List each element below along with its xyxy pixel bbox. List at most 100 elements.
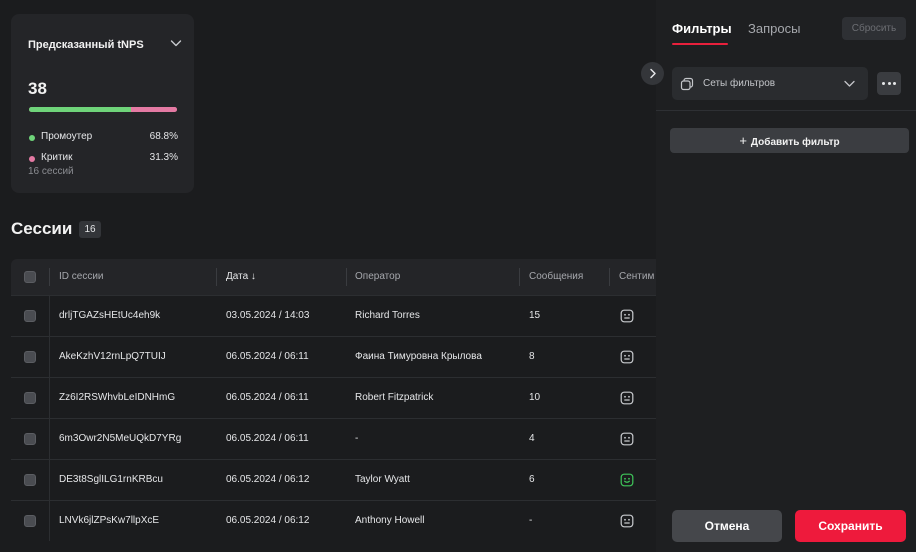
add-filter-label: Добавить фильтр xyxy=(750,137,840,148)
cell-messages: 4 xyxy=(529,433,535,444)
column-date[interactable]: Дата ↓ xyxy=(226,259,256,295)
table-row[interactable]: AkeKzhV12rnLpQ7TUIJ 06.05.2024 / 06:11 Фаи… xyxy=(11,336,656,377)
tnps-distribution-bar xyxy=(29,107,177,112)
column-divider xyxy=(49,501,50,541)
column-divider xyxy=(216,268,217,286)
sentiment-neutral-icon xyxy=(620,309,634,323)
sentiment-neutral-icon xyxy=(620,350,634,364)
column-session-id[interactable]: ID сессии xyxy=(59,259,104,295)
cell-session-id[interactable]: AkeKzhV12rnLpQ7TUIJ xyxy=(59,337,166,377)
more-options-button[interactable] xyxy=(877,72,901,95)
cell-session-id[interactable]: drljTGAZsHEtUc4eh9k xyxy=(59,296,160,336)
row-checkbox[interactable] xyxy=(24,433,36,445)
cell-date: 06.05.2024 / 06:12 xyxy=(226,474,310,485)
table-row[interactable]: Zz6I2RSWhvbLeIDNHmG 06.05.2024 / 06:11 Rob… xyxy=(11,377,656,418)
cell-date: 06.05.2024 / 06:12 xyxy=(226,515,310,526)
filter-sets-label: Сеты фильтров xyxy=(703,78,776,89)
sentiment-neutral-icon xyxy=(620,391,634,405)
tnps-card: Предсказанный tNPS 38 Промоутер 68.8% Кр… xyxy=(11,14,194,193)
copy-icon xyxy=(680,77,694,91)
column-divider xyxy=(49,460,50,500)
cell-session-id[interactable]: DE3t8SglILG1rnKRBcu xyxy=(59,460,163,500)
legend-percent: 68.8% xyxy=(149,131,178,142)
sessions-title: Сессии xyxy=(11,219,73,238)
critic-dot-icon xyxy=(29,156,35,162)
divider xyxy=(656,110,916,111)
cell-messages: - xyxy=(529,515,533,526)
cell-date: 06.05.2024 / 06:11 xyxy=(226,351,309,362)
row-checkbox[interactable] xyxy=(24,392,36,404)
legend-label: Критик xyxy=(41,152,73,163)
chevron-down-icon xyxy=(844,80,855,87)
chevron-right-icon xyxy=(650,68,656,79)
column-divider xyxy=(49,378,50,418)
promoter-share-bar xyxy=(29,107,131,112)
sessions-count-badge: 16 xyxy=(79,221,101,238)
main-area: Предсказанный tNPS 38 Промоутер 68.8% Кр… xyxy=(0,0,656,552)
select-all-checkbox[interactable] xyxy=(24,271,36,283)
column-sentiment[interactable]: Сентим xyxy=(619,259,654,295)
cell-operator: Richard Torres xyxy=(355,310,420,321)
table-row[interactable]: LNVk6jlZPsKw7llpXcE 06.05.2024 / 06:12 Ant… xyxy=(11,500,656,541)
promoter-dot-icon xyxy=(29,135,35,141)
tab-queries[interactable]: Запросы xyxy=(748,21,800,36)
save-button[interactable]: Сохранить xyxy=(795,510,906,542)
filters-panel: Фильтры Запросы Сбросить Сеты фильтров +… xyxy=(656,0,916,552)
cell-operator: Taylor Wyatt xyxy=(355,474,410,485)
cell-operator: - xyxy=(355,433,359,444)
cell-messages: 8 xyxy=(529,351,535,362)
cell-messages: 6 xyxy=(529,474,535,485)
reset-button[interactable]: Сбросить xyxy=(842,17,906,40)
column-divider xyxy=(609,268,610,286)
table-row[interactable]: 6m3Owr2N5MeUQkD7YRg 06.05.2024 / 06:11 - 4 xyxy=(11,418,656,459)
cell-messages: 10 xyxy=(529,392,541,403)
cell-operator: Фаина Тимуровна Крылова xyxy=(355,351,482,362)
table-row[interactable]: DE3t8SglILG1rnKRBcu 06.05.2024 / 06:12 Tay… xyxy=(11,459,656,500)
cancel-button[interactable]: Отмена xyxy=(672,510,782,542)
plus-icon: + xyxy=(739,133,747,148)
sentiment-positive-icon xyxy=(620,473,634,487)
row-checkbox[interactable] xyxy=(24,351,36,363)
column-divider xyxy=(49,337,50,377)
cell-messages: 15 xyxy=(529,310,541,321)
sentiment-neutral-icon xyxy=(620,432,634,446)
expand-panel-button[interactable] xyxy=(641,62,664,85)
table-row[interactable]: drljTGAZsHEtUc4eh9k 03.05.2024 / 14:03 Ric… xyxy=(11,295,656,336)
active-tab-indicator xyxy=(672,43,728,45)
column-divider xyxy=(49,268,50,286)
cell-session-id[interactable]: Zz6I2RSWhvbLeIDNHmG xyxy=(59,378,175,418)
column-messages[interactable]: Сообщения xyxy=(529,259,583,295)
more-dots-icon xyxy=(893,82,896,85)
row-checkbox[interactable] xyxy=(24,515,36,527)
critic-share-bar xyxy=(130,107,177,112)
legend-promoter: Промоутер 68.8% xyxy=(28,131,178,145)
filter-sets-select[interactable]: Сеты фильтров xyxy=(672,67,868,100)
sessions-table: ID сессии Дата ↓ Оператор Сообщения Сент… xyxy=(11,259,656,541)
column-divider xyxy=(519,268,520,286)
cell-operator: Anthony Howell xyxy=(355,515,425,526)
tab-filters[interactable]: Фильтры xyxy=(672,21,732,36)
add-filter-button[interactable]: + Добавить фильтр xyxy=(670,128,909,153)
legend-critic: Критик 31.3% xyxy=(28,152,178,166)
tnps-value: 38 xyxy=(28,79,47,98)
cell-session-id[interactable]: 6m3Owr2N5MeUQkD7YRg xyxy=(59,419,181,459)
legend-percent: 31.3% xyxy=(149,152,178,163)
more-dots-icon xyxy=(887,82,891,85)
cell-operator: Robert Fitzpatrick xyxy=(355,392,434,403)
cell-date: 06.05.2024 / 06:11 xyxy=(226,392,309,403)
chevron-down-icon[interactable] xyxy=(169,36,183,50)
sessions-footer: 16 сессий xyxy=(28,166,74,177)
cell-session-id[interactable]: LNVk6jlZPsKw7llpXcE xyxy=(59,501,159,541)
row-checkbox[interactable] xyxy=(24,310,36,322)
row-checkbox[interactable] xyxy=(24,474,36,486)
cell-date: 06.05.2024 / 06:11 xyxy=(226,433,309,444)
table-header: ID сессии Дата ↓ Оператор Сообщения Сент… xyxy=(11,259,656,295)
legend-label: Промоутер xyxy=(41,131,93,142)
cell-date: 03.05.2024 / 14:03 xyxy=(226,310,310,321)
column-divider xyxy=(346,268,347,286)
tnps-card-title: Предсказанный tNPS xyxy=(28,39,144,51)
column-divider xyxy=(49,419,50,459)
sentiment-neutral-icon xyxy=(620,514,634,528)
more-dots-icon xyxy=(882,82,885,85)
column-operator[interactable]: Оператор xyxy=(355,259,400,295)
